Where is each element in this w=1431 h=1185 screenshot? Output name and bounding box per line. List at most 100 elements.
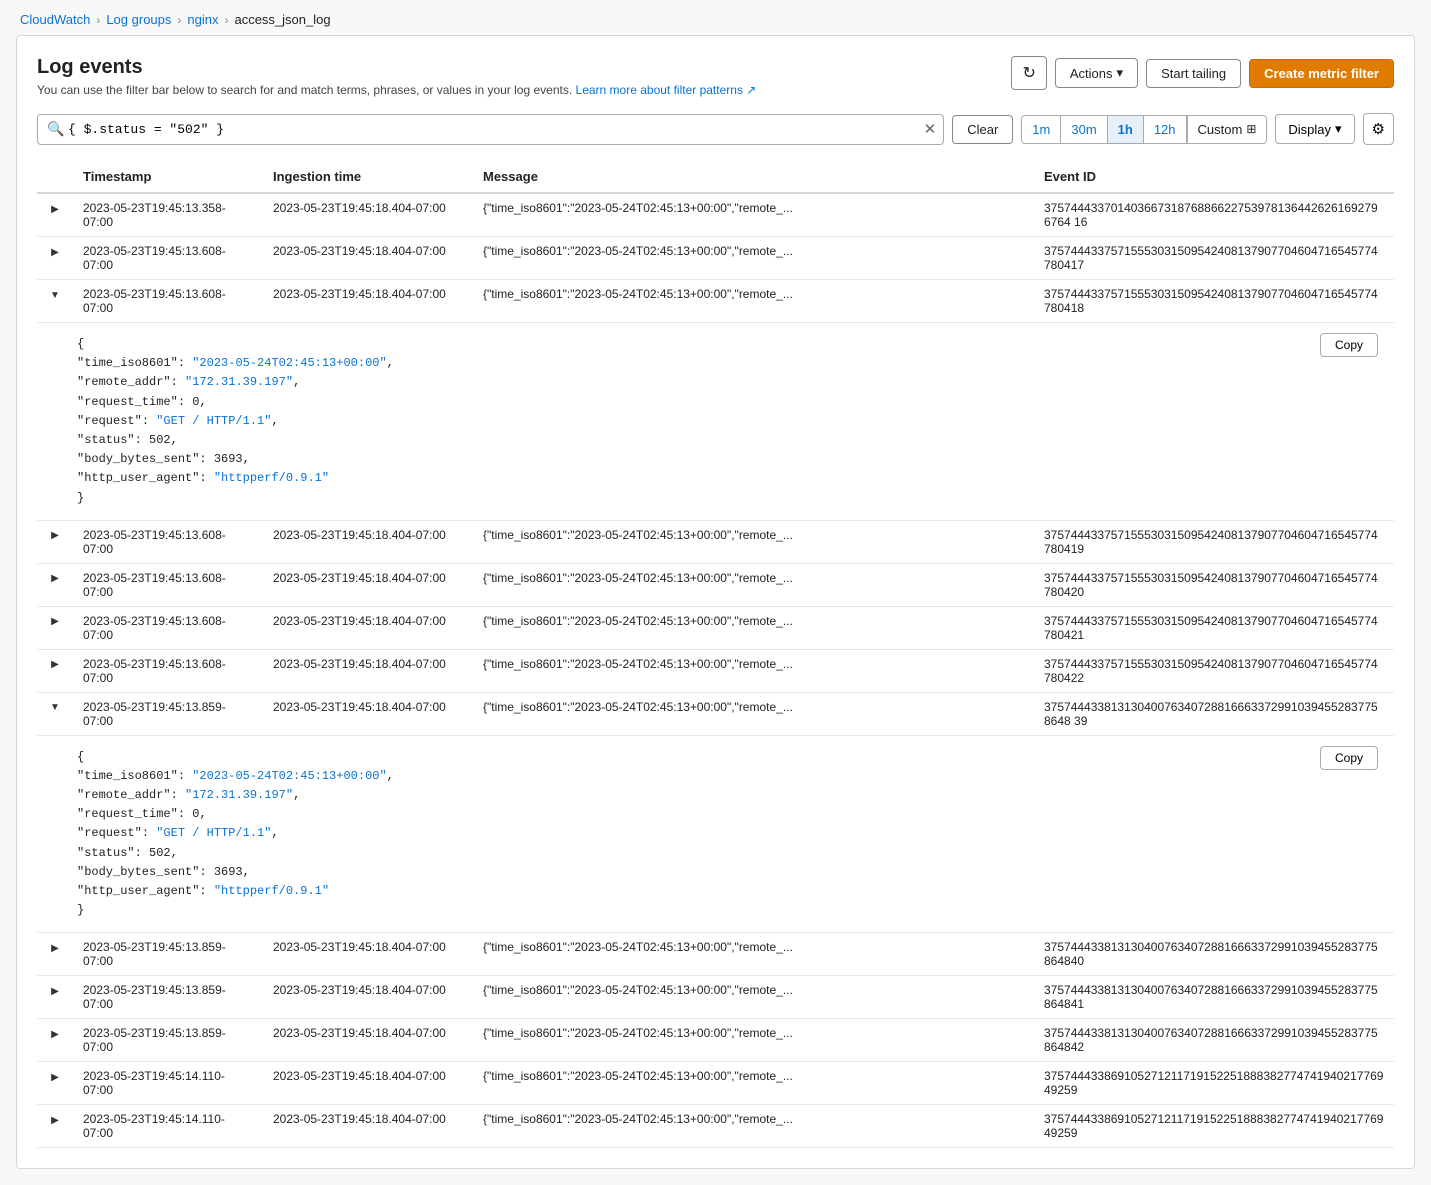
- expanded-content: Copy{ "time_iso8601": "2023-05-24T02:45:…: [37, 323, 1394, 520]
- cell-eventid: 3757444337571555303150954240813790770460…: [1034, 237, 1394, 280]
- row-expand-toggle[interactable]: [47, 201, 63, 217]
- cell-message: {"time_iso8601":"2023-05-24T02:45:13+00:…: [473, 193, 1034, 237]
- clear-input-button[interactable]: ✕: [924, 120, 937, 138]
- table-row-expanded: Copy{ "time_iso8601": "2023-05-24T02:45:…: [37, 323, 1394, 521]
- cell-timestamp: 2023-05-23T19:45:13.608-07:00: [73, 649, 263, 692]
- time-30m-button[interactable]: 30m: [1060, 115, 1106, 144]
- cell-timestamp: 2023-05-23T19:45:13.608-07:00: [73, 563, 263, 606]
- time-custom-button[interactable]: Custom ⊞: [1187, 115, 1268, 144]
- time-1m-button[interactable]: 1m: [1021, 115, 1060, 144]
- row-expand-toggle[interactable]: [47, 1069, 63, 1085]
- settings-button[interactable]: [1363, 113, 1394, 145]
- table-row: 2023-05-23T19:45:13.358-07:002023-05-23T…: [37, 193, 1394, 237]
- col-header-eventid: Event ID: [1034, 161, 1394, 193]
- row-expand-toggle[interactable]: [47, 571, 63, 587]
- row-expand-toggle[interactable]: [47, 657, 63, 673]
- cell-ingestion: 2023-05-23T19:45:18.404-07:00: [263, 1105, 473, 1148]
- expanded-content: Copy{ "time_iso8601": "2023-05-24T02:45:…: [37, 736, 1394, 933]
- cell-eventid: 3757444338131304007634072881666337299103…: [1034, 976, 1394, 1019]
- cell-eventid: 3757444338131304007634072881666337299103…: [1034, 933, 1394, 976]
- copy-button[interactable]: Copy: [1320, 333, 1378, 357]
- table-body: 2023-05-23T19:45:13.358-07:002023-05-23T…: [37, 193, 1394, 1148]
- cell-eventid: 3757444338131304007634072881666337299103…: [1034, 1019, 1394, 1062]
- breadcrumb-nginx[interactable]: nginx: [187, 12, 218, 27]
- page-description: You can use the filter bar below to sear…: [37, 83, 756, 97]
- cell-timestamp: 2023-05-23T19:45:13.358-07:00: [73, 193, 263, 237]
- row-expand-toggle[interactable]: [47, 528, 63, 544]
- table-row-expanded: Copy{ "time_iso8601": "2023-05-24T02:45:…: [37, 735, 1394, 933]
- filter-input[interactable]: [37, 114, 944, 145]
- page-header-left: Log events You can use the filter bar be…: [37, 56, 756, 97]
- expanded-cell: Copy{ "time_iso8601": "2023-05-24T02:45:…: [37, 735, 1394, 933]
- custom-grid-icon: ⊞: [1246, 122, 1256, 136]
- row-expand-toggle[interactable]: [47, 700, 63, 716]
- create-metric-filter-button[interactable]: Create metric filter: [1249, 59, 1394, 88]
- page-header-right: ↻ Actions ▾ Start tailing Create metric …: [1011, 56, 1394, 90]
- row-expand-toggle[interactable]: [47, 1112, 63, 1128]
- cell-ingestion: 2023-05-23T19:45:18.404-07:00: [263, 1062, 473, 1105]
- cell-eventid: 3757444337571555303150954240813790770460…: [1034, 520, 1394, 563]
- row-expand-toggle[interactable]: [47, 244, 63, 260]
- page-title: Log events: [37, 56, 756, 79]
- actions-label: Actions: [1070, 66, 1113, 81]
- refresh-icon: ↻: [1022, 63, 1035, 83]
- breadcrumb-sep-1: ›: [96, 13, 100, 27]
- row-expand-toggle[interactable]: [47, 287, 63, 303]
- cell-ingestion: 2023-05-23T19:45:18.404-07:00: [263, 1019, 473, 1062]
- cell-message: {"time_iso8601":"2023-05-24T02:45:13+00:…: [473, 692, 1034, 735]
- json-content: { "time_iso8601": "2023-05-24T02:45:13+0…: [77, 748, 1374, 921]
- table-row: 2023-05-23T19:45:13.608-07:002023-05-23T…: [37, 280, 1394, 323]
- cell-message: {"time_iso8601":"2023-05-24T02:45:13+00:…: [473, 520, 1034, 563]
- clear-button[interactable]: Clear: [952, 115, 1013, 144]
- gear-icon: [1372, 121, 1385, 138]
- search-icon: 🔍: [47, 121, 64, 138]
- cell-eventid: 3757444337571555303150954240813790770460…: [1034, 606, 1394, 649]
- cell-eventid: 3757444337014036673187688662275397813644…: [1034, 193, 1394, 237]
- cell-message: {"time_iso8601":"2023-05-24T02:45:13+00:…: [473, 1105, 1034, 1148]
- actions-chevron-icon: ▾: [1117, 65, 1124, 81]
- copy-button[interactable]: Copy: [1320, 746, 1378, 770]
- cell-timestamp: 2023-05-23T19:45:13.608-07:00: [73, 280, 263, 323]
- display-chevron-icon: ▾: [1335, 121, 1342, 137]
- json-content: { "time_iso8601": "2023-05-24T02:45:13+0…: [77, 335, 1374, 508]
- cell-ingestion: 2023-05-23T19:45:18.404-07:00: [263, 280, 473, 323]
- time-1h-button[interactable]: 1h: [1107, 115, 1143, 144]
- cell-message: {"time_iso8601":"2023-05-24T02:45:13+00:…: [473, 606, 1034, 649]
- cell-message: {"time_iso8601":"2023-05-24T02:45:13+00:…: [473, 1062, 1034, 1105]
- filter-bar: 🔍 ✕ Clear 1m 30m 1h 12h Custom ⊞ Display…: [37, 113, 1394, 145]
- display-button[interactable]: Display ▾: [1275, 114, 1354, 144]
- cell-timestamp: 2023-05-23T19:45:14.110-07:00: [73, 1105, 263, 1148]
- cell-timestamp: 2023-05-23T19:45:13.859-07:00: [73, 692, 263, 735]
- cell-message: {"time_iso8601":"2023-05-24T02:45:13+00:…: [473, 563, 1034, 606]
- cell-timestamp: 2023-05-23T19:45:14.110-07:00: [73, 1062, 263, 1105]
- actions-button[interactable]: Actions ▾: [1055, 58, 1138, 88]
- filter-patterns-link[interactable]: Learn more about filter patterns ↗: [576, 83, 757, 97]
- row-expand-toggle[interactable]: [47, 614, 63, 630]
- table-row: 2023-05-23T19:45:14.110-07:002023-05-23T…: [37, 1062, 1394, 1105]
- table-row: 2023-05-23T19:45:13.859-07:002023-05-23T…: [37, 692, 1394, 735]
- cell-eventid: 3757444337571555303150954240813790770460…: [1034, 649, 1394, 692]
- cell-ingestion: 2023-05-23T19:45:18.404-07:00: [263, 692, 473, 735]
- cell-message: {"time_iso8601":"2023-05-24T02:45:13+00:…: [473, 976, 1034, 1019]
- time-12h-button[interactable]: 12h: [1143, 115, 1187, 144]
- time-range-buttons: 1m 30m 1h 12h Custom ⊞: [1021, 115, 1267, 144]
- table-row: 2023-05-23T19:45:13.608-07:002023-05-23T…: [37, 606, 1394, 649]
- row-expand-toggle[interactable]: [47, 1026, 63, 1042]
- expanded-cell: Copy{ "time_iso8601": "2023-05-24T02:45:…: [37, 323, 1394, 521]
- table-header: Timestamp Ingestion time Message Event I…: [37, 161, 1394, 193]
- col-header-ingestion: Ingestion time: [263, 161, 473, 193]
- cell-ingestion: 2023-05-23T19:45:18.404-07:00: [263, 193, 473, 237]
- cell-ingestion: 2023-05-23T19:45:18.404-07:00: [263, 976, 473, 1019]
- col-header-message: Message: [473, 161, 1034, 193]
- row-expand-toggle[interactable]: [47, 983, 63, 999]
- refresh-button[interactable]: ↻: [1011, 56, 1046, 90]
- breadcrumb-cloudwatch[interactable]: CloudWatch: [20, 12, 90, 27]
- start-tailing-button[interactable]: Start tailing: [1146, 59, 1241, 88]
- cell-ingestion: 2023-05-23T19:45:18.404-07:00: [263, 649, 473, 692]
- breadcrumb-loggroups[interactable]: Log groups: [106, 12, 171, 27]
- cell-message: {"time_iso8601":"2023-05-24T02:45:13+00:…: [473, 1019, 1034, 1062]
- cell-message: {"time_iso8601":"2023-05-24T02:45:13+00:…: [473, 649, 1034, 692]
- filter-input-wrap: 🔍 ✕: [37, 114, 944, 145]
- col-header-timestamp: Timestamp: [73, 161, 263, 193]
- row-expand-toggle[interactable]: [47, 940, 63, 956]
